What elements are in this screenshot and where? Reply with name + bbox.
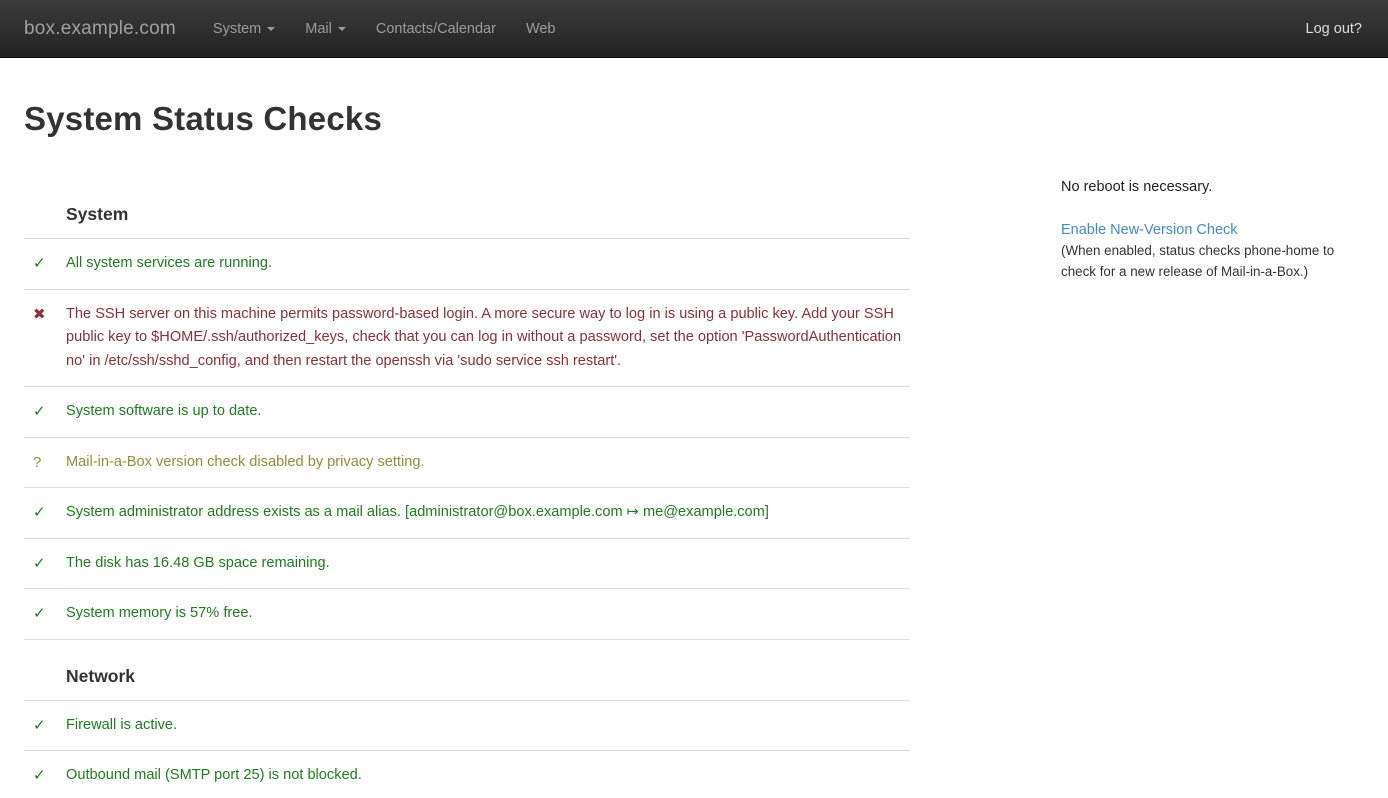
chevron-down-icon [267, 27, 275, 31]
check-message: System administrator address exists as a… [66, 501, 910, 525]
question-icon: ? [24, 451, 66, 475]
table-row: ✓System memory is 57% free. [24, 589, 910, 640]
chevron-down-icon [338, 27, 346, 31]
check-icon: ✓ [24, 400, 66, 424]
section-heading: System [66, 204, 910, 225]
check-icon: ✓ [24, 764, 66, 788]
section-heading-row: Network [24, 640, 910, 701]
x-icon: ✖ [24, 303, 66, 374]
table-row: ✓All system services are running. [24, 239, 910, 290]
navbar-brand[interactable]: box.example.com [24, 18, 176, 40]
table-row: ✓Firewall is active. [24, 701, 910, 752]
check-icon: ✓ [24, 714, 66, 738]
table-row: ✓The disk has 16.48 GB space remaining. [24, 539, 910, 590]
section-heading-row: System [24, 178, 910, 239]
enable-version-check-link[interactable]: Enable New-Version Check [1061, 222, 1238, 238]
logout-link[interactable]: Log out? [1296, 2, 1372, 56]
check-message: Firewall is active. [66, 714, 910, 738]
table-row: ✖The SSH server on this machine permits … [24, 290, 910, 388]
check-icon: ✓ [24, 552, 66, 576]
table-row: ✓System administrator address exists as … [24, 488, 910, 539]
check-message: The disk has 16.48 GB space remaining. [66, 552, 910, 576]
check-icon: ✓ [24, 252, 66, 276]
check-message: Mail-in-a-Box version check disabled by … [66, 451, 910, 475]
check-icon: ✓ [24, 602, 66, 626]
status-checks-table: System✓All system services are running.✖… [24, 178, 910, 798]
version-check-note: (When enabled, status checks phone-home … [1061, 241, 1364, 282]
check-message: Outbound mail (SMTP port 25) is not bloc… [66, 764, 910, 788]
sidebar: No reboot is necessary. Enable New-Versi… [1061, 178, 1364, 282]
table-row: ✓Outbound mail (SMTP port 25) is not blo… [24, 751, 910, 798]
table-row: ?Mail-in-a-Box version check disabled by… [24, 438, 910, 489]
navbar-menu: SystemMailContacts/CalendarWeb [198, 2, 571, 56]
content-columns: System✓All system services are running.✖… [24, 178, 1364, 798]
table-row: ✓System software is up to date. [24, 387, 910, 438]
check-message: System software is up to date. [66, 400, 910, 424]
nav-item-mail[interactable]: Mail [290, 2, 361, 56]
page-title: System Status Checks [24, 100, 1364, 138]
navbar: box.example.com SystemMailContacts/Calen… [0, 0, 1388, 58]
main-content: System Status Checks System✓All system s… [0, 100, 1388, 798]
nav-item-system[interactable]: System [198, 2, 290, 56]
check-message: All system services are running. [66, 252, 910, 276]
section-heading: Network [66, 666, 910, 687]
nav-item-contacts-calendar[interactable]: Contacts/Calendar [361, 2, 511, 56]
nav-item-web[interactable]: Web [511, 2, 571, 56]
check-message: System memory is 57% free. [66, 602, 910, 626]
reboot-status: No reboot is necessary. [1061, 179, 1364, 195]
check-message: The SSH server on this machine permits p… [66, 303, 910, 374]
check-icon: ✓ [24, 501, 66, 525]
